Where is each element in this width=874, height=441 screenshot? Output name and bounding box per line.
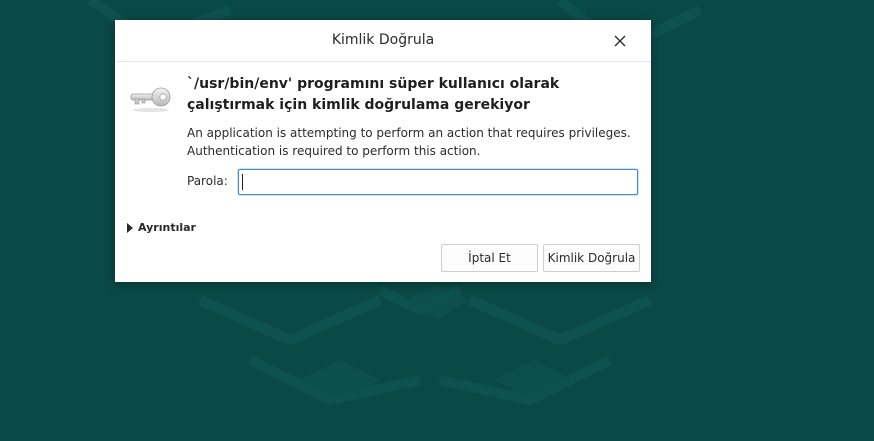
description-line-2: Authentication is required to perform th… bbox=[187, 144, 481, 158]
cancel-button[interactable]: İptal Et bbox=[441, 244, 538, 272]
auth-heading: `/usr/bin/env' programını süper kullanıc… bbox=[187, 76, 560, 113]
password-label: Parola: bbox=[187, 174, 228, 188]
authentication-dialog: Kimlik Doğrula `/usr/bin/env' programını… bbox=[115, 20, 651, 282]
auth-description: An application is attempting to perform … bbox=[187, 124, 643, 160]
description-line-1: An application is attempting to perform … bbox=[187, 126, 631, 140]
details-label: Ayrıntılar bbox=[138, 221, 196, 234]
close-button[interactable] bbox=[610, 31, 630, 51]
close-icon bbox=[614, 35, 626, 47]
key-icon bbox=[130, 87, 171, 112]
dialog-title: Kimlik Doğrula bbox=[331, 32, 435, 48]
dialog-titlebar: Kimlik Doğrula bbox=[115, 20, 651, 62]
text-cursor bbox=[242, 174, 243, 190]
desktop-background: Kimlik Doğrula `/usr/bin/env' programını… bbox=[0, 0, 874, 441]
password-input[interactable] bbox=[238, 169, 638, 195]
expand-arrow-icon bbox=[127, 223, 133, 233]
authenticate-button[interactable]: Kimlik Doğrula bbox=[543, 244, 640, 272]
